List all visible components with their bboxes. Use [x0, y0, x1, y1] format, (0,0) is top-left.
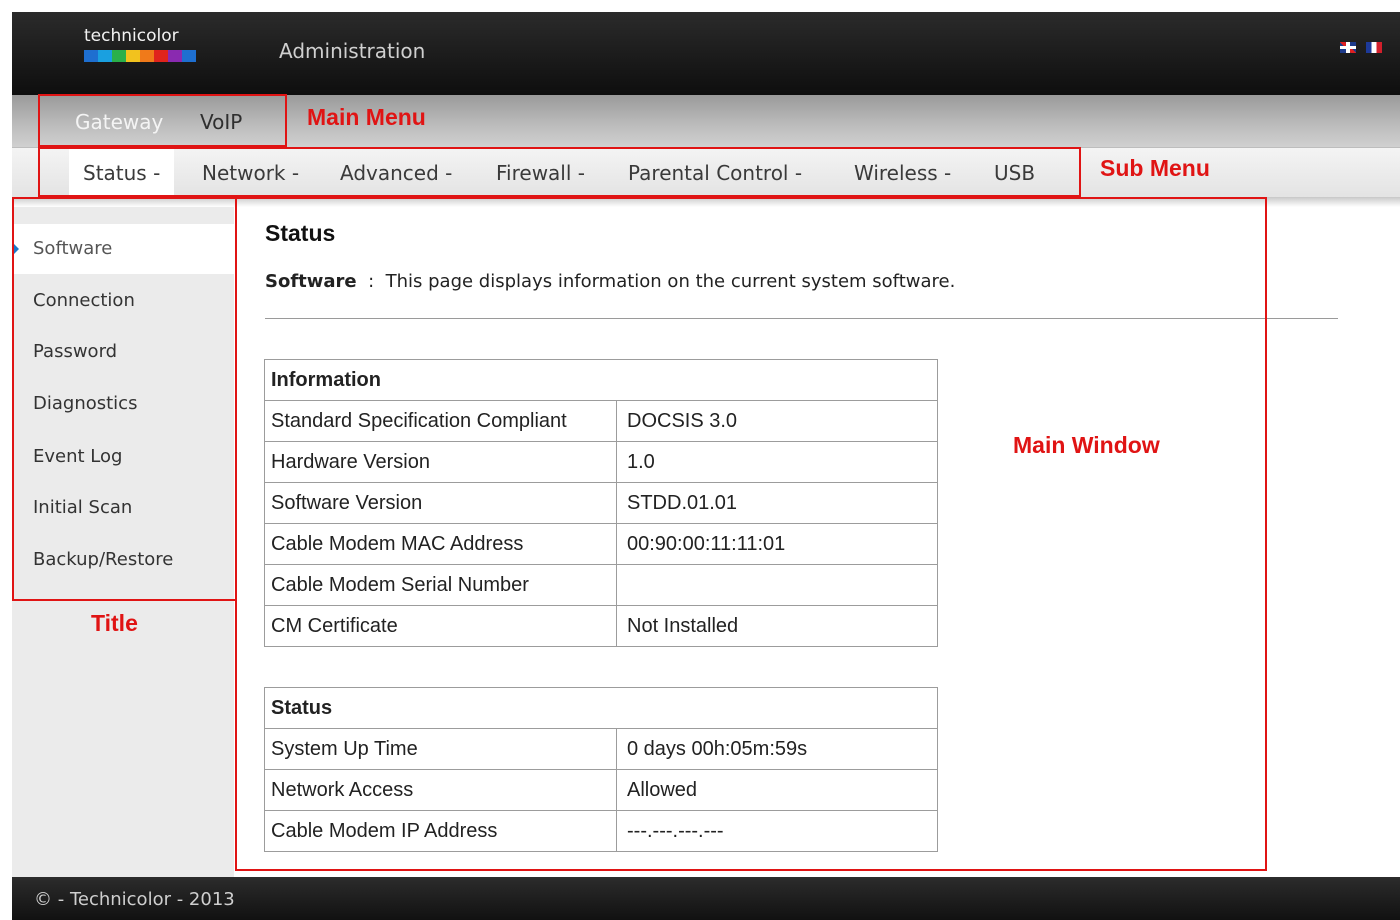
uk-flag-icon[interactable] [1340, 42, 1356, 53]
annotation-label-title: Title [91, 610, 138, 636]
header-title: Administration [279, 39, 426, 63]
logo-color-bar [84, 50, 196, 62]
annotation-box-main-window [235, 197, 1267, 871]
logo-color-segment [112, 50, 126, 62]
annotation-box-title [12, 197, 237, 601]
annotation-box-main-menu [38, 94, 287, 147]
left-margin [0, 0, 12, 920]
fr-flag-icon[interactable] [1366, 42, 1382, 53]
annotation-label-main-menu: Main Menu [307, 104, 426, 130]
header-bar: technicolor Administration [12, 12, 1400, 95]
logo-text: technicolor [84, 26, 179, 46]
footer-copyright: © - Technicolor - 2013 [34, 889, 235, 910]
logo-color-segment [182, 50, 196, 62]
annotation-label-main-window: Main Window [1013, 432, 1160, 458]
logo-color-segment [98, 50, 112, 62]
logo-color-segment [168, 50, 182, 62]
language-flags [1340, 42, 1382, 53]
annotation-label-sub-menu: Sub Menu [1100, 155, 1210, 181]
logo-color-segment [126, 50, 140, 62]
technicolor-logo[interactable]: technicolor [84, 26, 204, 62]
logo-color-segment [84, 50, 98, 62]
footer: © - Technicolor - 2013 [12, 877, 1400, 920]
logo-color-segment [140, 50, 154, 62]
annotation-box-sub-menu [38, 147, 1081, 197]
logo-color-segment [154, 50, 168, 62]
